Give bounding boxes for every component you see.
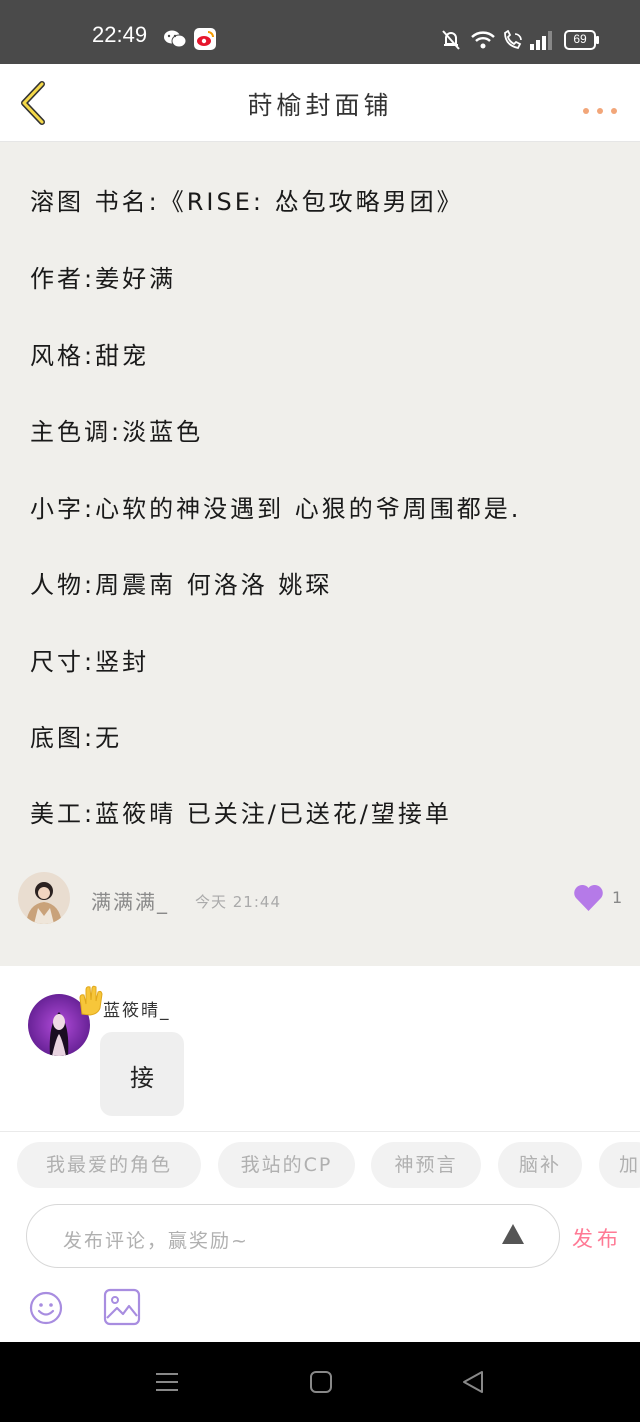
menu-nav-icon[interactable] [155, 1370, 179, 1398]
post-time: 今天 21:44 [195, 893, 281, 911]
back-nav-icon[interactable] [461, 1370, 485, 1398]
tag-chip[interactable]: 脑补 [498, 1142, 582, 1188]
heart-icon [574, 884, 603, 911]
mute-bell-icon [442, 30, 460, 54]
tag-chip[interactable]: 加 [599, 1142, 640, 1188]
status-bar: 22:49 69 [0, 0, 640, 64]
like-count: 1 [612, 888, 623, 907]
battery-level: 69 [573, 32, 587, 46]
tag-chip[interactable]: 我最爱的角色 [17, 1142, 201, 1188]
call-wifi-icon [502, 29, 524, 54]
post-content: 溶图 书名:《RISE: 怂包攻略男团》 作者:姜好满 风格:甜宠 主色调:淡蓝… [0, 142, 640, 966]
battery-icon: 69 [564, 30, 600, 54]
like-button[interactable] [573, 884, 604, 912]
post-line: 底图:无 [30, 724, 123, 752]
triangle-icon[interactable] [501, 1223, 525, 1245]
hand-badge-icon [76, 984, 106, 1016]
post-line: 尺寸:竖封 [30, 648, 150, 676]
home-nav-icon[interactable] [309, 1370, 333, 1398]
more-button[interactable] [582, 100, 618, 114]
post-line: 美工:蓝筱晴 已关注/已送花/望接单 [30, 800, 452, 828]
page-title: 莳榆封面铺 [247, 91, 393, 120]
comment-placeholder: 发布评论，赢奖励~ [63, 1230, 249, 1252]
system-nav-bar [0, 1342, 640, 1422]
signal-icon [530, 30, 554, 54]
weibo-icon [194, 28, 216, 54]
wifi-icon [470, 30, 496, 54]
reply-author-name[interactable]: 蓝筱晴_ [103, 996, 171, 1021]
header: 莳榆封面铺 [0, 64, 640, 142]
reply-item: 蓝筱晴_ 接 [0, 966, 640, 1132]
comment-input[interactable]: 发布评论，赢奖励~ [26, 1204, 560, 1268]
tag-chip[interactable]: 我站的CP [218, 1142, 355, 1188]
smiley-icon [29, 1291, 63, 1325]
more-dots-icon [583, 108, 617, 114]
post-line: 主色调:淡蓝色 [30, 418, 204, 446]
post-line: 人物:周震南 何洛洛 姚琛 [30, 571, 333, 599]
image-button[interactable] [103, 1288, 141, 1326]
post-line: 溶图 书名:《RISE: 怂包攻略男团》 [30, 188, 464, 216]
image-icon [103, 1288, 141, 1326]
reply-text: 接 [130, 1064, 154, 1092]
tag-suggestions: 我最爱的角色 我站的CP 神预言 脑补 加 [0, 1133, 640, 1203]
status-time: 22:49 [92, 22, 148, 47]
post-line: 风格:甜宠 [30, 342, 150, 370]
tag-chip[interactable]: 神预言 [371, 1142, 481, 1188]
comment-bar: 发布评论，赢奖励~ 发布 [0, 1203, 640, 1342]
author-name[interactable]: 满满满_ [91, 886, 169, 915]
reply-bubble: 接 [100, 1032, 184, 1116]
emoji-button[interactable] [29, 1291, 63, 1325]
post-line: 作者:姜好满 [30, 265, 177, 293]
post-line: 小字:心软的神没遇到 心狠的爷周围都是. [30, 495, 522, 523]
publish-button[interactable]: 发布 [572, 1223, 622, 1253]
author-avatar[interactable] [18, 872, 70, 924]
author-row: 满满满_ 今天 21:44 1 [0, 870, 640, 930]
wechat-icon [164, 30, 187, 52]
